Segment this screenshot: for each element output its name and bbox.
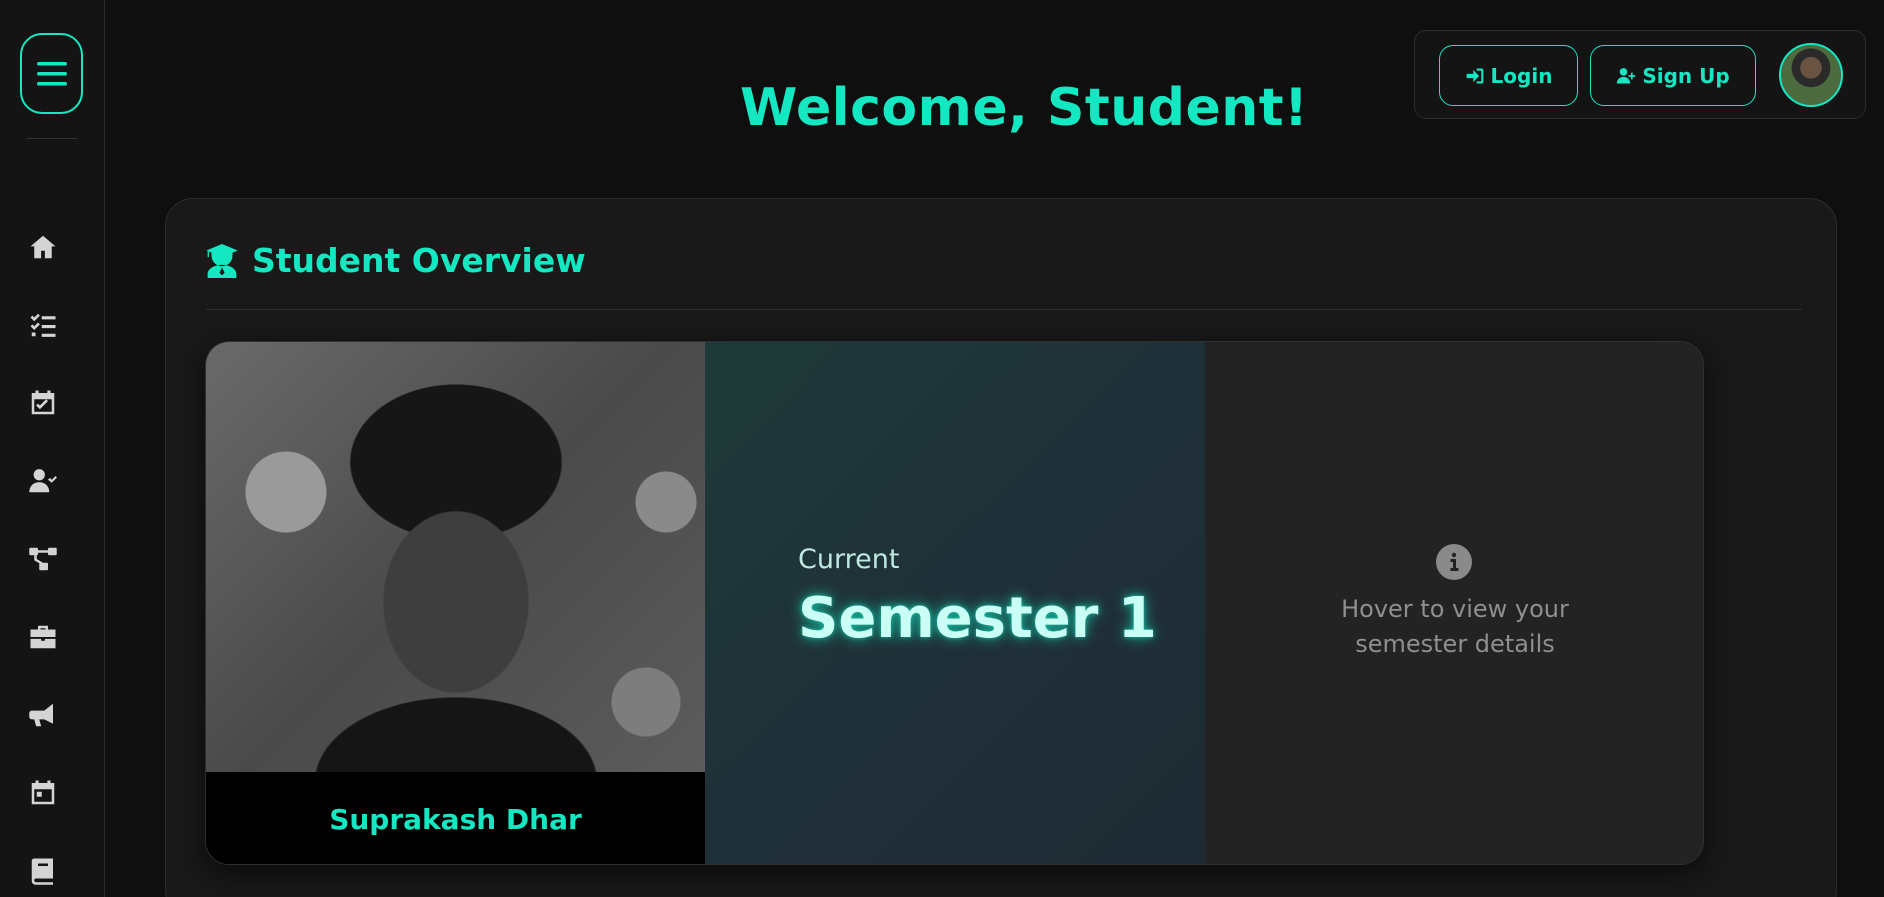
- user-plus-icon: [1617, 67, 1636, 83]
- app-root: Welcome, Student! Login Sign Up Student …: [0, 0, 1884, 897]
- panel-header: Student Overview: [206, 241, 586, 280]
- login-label: Login: [1490, 63, 1553, 88]
- sidebar-item-attendance[interactable]: [24, 384, 62, 422]
- home-icon: [30, 235, 56, 259]
- photo-column: Suprakash Dhar: [206, 342, 705, 864]
- sidebar: [0, 0, 105, 897]
- user-avatar[interactable]: [1779, 43, 1843, 107]
- sidebar-item-jobs[interactable]: [24, 618, 62, 656]
- bullhorn-icon: [29, 703, 53, 727]
- signup-label: Sign Up: [1642, 63, 1730, 88]
- student-name: Suprakash Dhar: [206, 772, 705, 864]
- sidebar-divider: [26, 138, 77, 139]
- auth-controls: Login Sign Up: [1414, 30, 1866, 119]
- sidebar-item-tasks[interactable]: [24, 306, 62, 344]
- hover-hint-text: Hover to view your semester details: [1341, 595, 1569, 658]
- login-button[interactable]: Login: [1439, 45, 1578, 106]
- book-icon: [31, 858, 53, 885]
- sidebar-item-courses[interactable]: [24, 852, 62, 890]
- semester-value: Semester 1: [798, 586, 1157, 651]
- graduate-icon: [206, 243, 238, 278]
- menu-toggle-button[interactable]: [20, 33, 83, 114]
- student-photo: [206, 342, 705, 772]
- semester-column: Current Semester 1: [705, 342, 1205, 864]
- semester-label: Current: [798, 544, 900, 575]
- hamburger-icon: [36, 61, 67, 85]
- signup-button[interactable]: Sign Up: [1590, 45, 1756, 106]
- calendar-check-icon: [31, 390, 55, 415]
- semester-details-hover-area[interactable]: Hover to view your semester details: [1205, 342, 1703, 864]
- sidebar-item-network[interactable]: [24, 540, 62, 578]
- user-check-icon: [29, 469, 57, 493]
- calendar-icon: [31, 780, 55, 805]
- page-title: Welcome, Student!: [740, 78, 1309, 138]
- info-icon: [1436, 544, 1472, 580]
- sidebar-item-calendar[interactable]: [24, 774, 62, 812]
- sidebar-item-profile[interactable]: [24, 462, 62, 500]
- sidebar-item-announcements[interactable]: [24, 696, 62, 734]
- checklist-icon: [30, 313, 56, 337]
- student-card: Suprakash Dhar Current Semester 1 Hover …: [205, 341, 1704, 865]
- sign-in-icon: [1466, 68, 1483, 83]
- network-icon: [29, 547, 57, 571]
- sidebar-item-home[interactable]: [24, 228, 62, 266]
- briefcase-icon: [30, 625, 56, 649]
- panel-divider: [206, 309, 1802, 310]
- student-overview-panel: Student Overview Suprakash Dhar Current …: [165, 198, 1837, 897]
- panel-title: Student Overview: [252, 241, 586, 280]
